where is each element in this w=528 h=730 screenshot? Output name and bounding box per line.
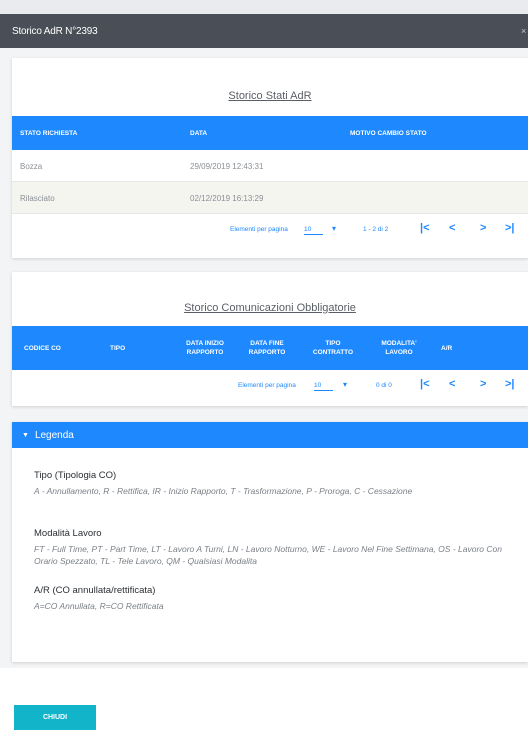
modal-title: Storico AdR N°2393 [12, 25, 98, 37]
page-size-select[interactable]: 10 [304, 226, 324, 235]
storico-stati-card: Storico Stati AdR STATO RICHIESTA DATA M… [12, 58, 528, 258]
col-tipo: TIPO [110, 345, 126, 352]
co-pager: Elementi per pagina 10 ▾ 0 di 0 |< < > >… [12, 372, 528, 402]
pager-range: 1 - 2 di 2 [363, 226, 389, 233]
legenda-title: Legenda [34, 429, 74, 441]
close-icon[interactable]: × [521, 26, 526, 36]
col-modalita-line2: LAVORO [385, 349, 413, 356]
pager-range: 0 di 0 [376, 382, 392, 389]
col-data: DATA [190, 130, 208, 137]
last-page-icon[interactable]: >| [505, 378, 515, 390]
pager-label: Elementi per pagina [230, 226, 288, 233]
storico-stati-title: Storico Stati AdR [228, 90, 312, 102]
prev-page-icon[interactable]: < [449, 378, 455, 390]
modal-footer: CHIUDI [0, 695, 528, 730]
page-size-select[interactable]: 10 [314, 382, 334, 391]
stati-table-header: STATO RICHIESTA DATA MOTIVO CAMBIO STATO [12, 116, 528, 150]
cell-data: 29/09/2019 12:43:31 [190, 162, 264, 171]
stati-pager: Elementi per pagina 10 ▾ 1 - 2 di 2 |< <… [12, 215, 528, 245]
col-stato-richiesta: STATO RICHIESTA [20, 130, 78, 137]
col-data-inizio-line2: RAPPORTO [186, 349, 224, 356]
background-strip [0, 0, 528, 14]
legenda-header[interactable]: ▼ Legenda [12, 422, 528, 448]
cell-data: 02/12/2019 16:13:29 [190, 194, 264, 203]
col-codice-co: CODICE CO [24, 345, 61, 352]
storico-co-title: Storico Comunicazioni Obbligatorie [184, 302, 356, 314]
table-row: Bozza 29/09/2019 12:43:31 [12, 150, 528, 182]
storico-co-card: Storico Comunicazioni Obbligatorie CODIC… [12, 272, 528, 406]
col-ar: A/R [441, 345, 453, 352]
col-data-inizio-line1: DATA INIZIO [186, 340, 224, 347]
first-page-icon[interactable]: |< [420, 222, 430, 234]
chevron-down-icon[interactable]: ▾ [332, 224, 336, 233]
col-tipo-contratto: TIPO CONTRATTO [308, 339, 358, 357]
last-page-icon[interactable]: >| [505, 222, 515, 234]
legenda-section-text: FT - Full Time, PT - Part Time, LT - Lav… [34, 544, 502, 566]
legenda-section-text: A - Annullamento, R - Rettifica, IR - In… [34, 486, 413, 496]
legenda-section-text: A=CO Annullata, R=CO Rettificata [34, 601, 164, 611]
col-tipo-contratto-line1: TIPO [325, 340, 341, 347]
chiudi-button[interactable]: CHIUDI [14, 705, 96, 730]
first-page-icon[interactable]: |< [420, 378, 430, 390]
col-data-fine-line1: DATA FINE [250, 340, 284, 347]
table-row: Rilasciato 02/12/2019 16:13:29 [12, 182, 528, 214]
legenda-section-title: Tipo (Tipologia CO) [34, 470, 117, 481]
col-modalita-line1: MODALITA' [381, 340, 417, 347]
col-motivo: MOTIVO CAMBIO STATO [350, 130, 427, 137]
prev-page-icon[interactable]: < [449, 222, 455, 234]
next-page-icon[interactable]: > [480, 222, 486, 234]
col-tipo-contratto-line2: CONTRATTO [312, 349, 354, 356]
chevron-down-icon[interactable]: ▾ [343, 380, 347, 389]
storico-modal: Storico AdR N°2393 × Storico Stati AdR S… [0, 14, 528, 730]
col-data-fine: DATA FINE RAPPORTO [242, 339, 292, 357]
legenda-panel: ▼ Legenda Tipo (Tipologia CO) A - Annull… [12, 422, 528, 662]
modal-body: Storico Stati AdR STATO RICHIESTA DATA M… [0, 48, 528, 668]
caret-down-icon[interactable]: ▼ [22, 432, 29, 439]
modal-header: Storico AdR N°2393 × [0, 14, 528, 48]
cell-stato: Bozza [20, 162, 43, 171]
next-page-icon[interactable]: > [480, 378, 486, 390]
col-modalita-lavoro: MODALITA' LAVORO [374, 339, 424, 357]
legenda-section-title: A/R (CO annullata/rettificata) [34, 585, 156, 596]
legenda-section-title: Modalità Lavoro [34, 528, 102, 539]
pager-label: Elementi per pagina [238, 382, 296, 389]
cell-stato: Rilasciato [20, 194, 55, 203]
col-data-fine-line2: RAPPORTO [248, 349, 286, 356]
col-data-inizio: DATA INIZIO RAPPORTO [180, 339, 230, 357]
co-table-header: CODICE CO TIPO DATA INIZIO RAPPORTO DATA … [12, 326, 528, 370]
